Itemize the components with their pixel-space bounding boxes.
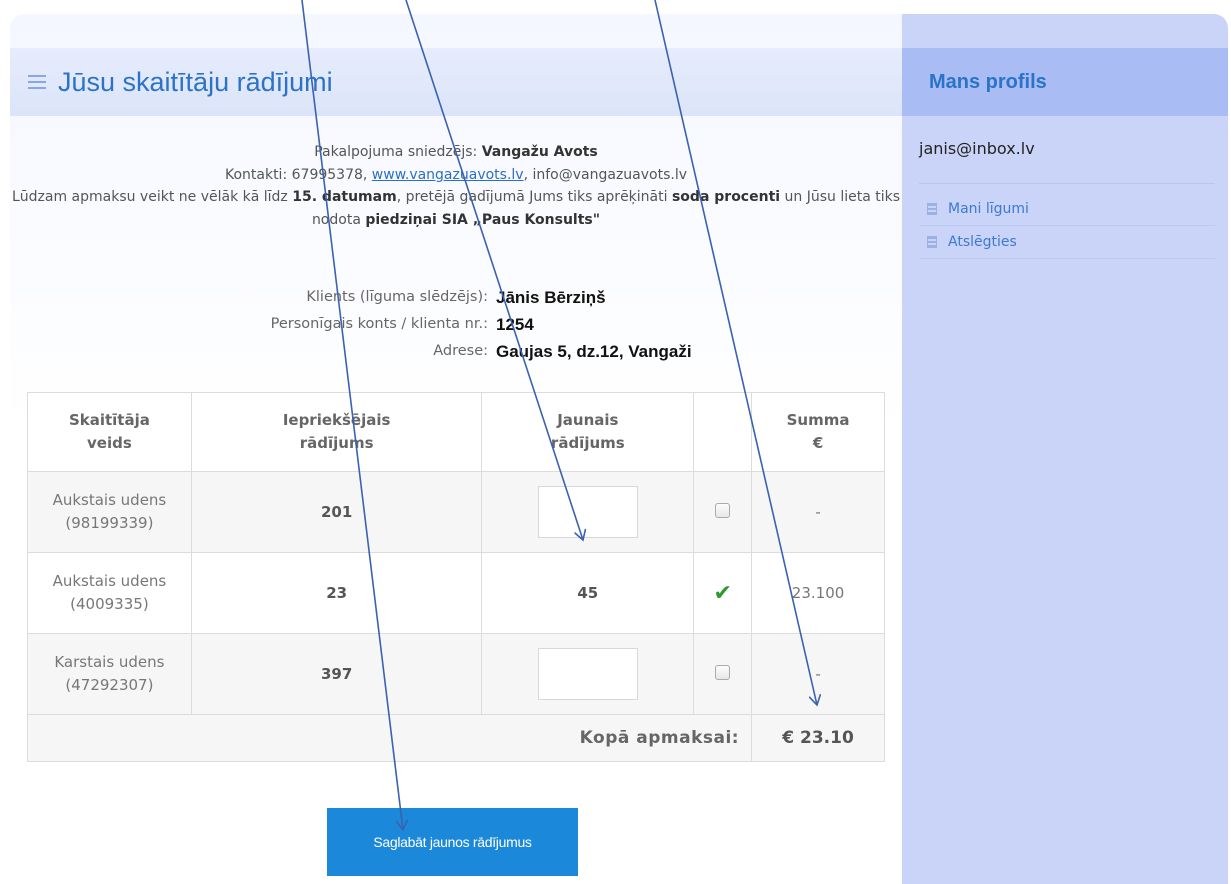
save-readings-button[interactable]: Saglabāt jaunos rādījumus (327, 808, 578, 876)
table-row: Aukstais udens (98199339) 201 - (27, 471, 885, 553)
address-value: Gaujas 5, dz.12, Vangaži (496, 342, 692, 361)
confirm-cell: ✔ (693, 552, 753, 634)
notice-collector: piedziņai SIA „Paus Konsults" (365, 211, 601, 228)
provider-email: info@vangazuavots.lv (532, 166, 688, 183)
address-label: Adrese: (433, 343, 488, 359)
provider-label: Pakalpojuma sniedzējs: (314, 144, 478, 160)
meter-type-cell: Karstais udens (47292307) (27, 633, 192, 715)
table-header-row: Skaitītāja veids Iepriekšējais rādījums Ja… (27, 392, 885, 472)
menu-icon[interactable] (28, 75, 46, 89)
provider-website-link[interactable]: www.vangazuavots.lv (372, 167, 524, 183)
table-row: Karstais udens (47292307) 397 - (27, 633, 885, 715)
document-icon (927, 203, 937, 215)
notice-text: Lūdzam apmaksu veikt ne vēlāk kā līdz (11, 189, 288, 206)
client-info: Klients (līguma slēdzējs): Jānis Bērziņš… (10, 284, 902, 365)
provider-info: Pakalpojuma sniedzējs: Vangažu Avots Kon… (11, 144, 901, 228)
account-number: 1254 (496, 315, 534, 334)
column-header-sum: Summa € (751, 392, 885, 472)
document-icon (927, 236, 937, 248)
previous-reading: 397 (190, 633, 483, 715)
new-reading-input[interactable] (537, 486, 638, 538)
new-reading-cell (481, 633, 695, 715)
previous-reading: 201 (190, 471, 483, 553)
sidebar-header: Mans profils (902, 48, 1228, 116)
row-sum: 23.100 (751, 552, 885, 634)
total-value: € 23.10 (751, 714, 885, 762)
profile-email: janis@inbox.lv (919, 139, 1035, 158)
confirm-cell (693, 633, 753, 715)
new-reading-value: 45 (481, 552, 695, 634)
client-label: Klients (līguma slēdzējs): (306, 289, 488, 305)
confirm-checkbox[interactable] (715, 502, 731, 518)
new-reading-cell (481, 471, 695, 553)
total-label: Kopā apmaksai: (26, 714, 753, 762)
checkmark-icon: ✔ (713, 580, 732, 606)
provider-phone: 67995378 (291, 166, 363, 183)
column-header-new: Jaunais rādījums (481, 392, 695, 472)
page-title: Jūsu skaitītāju rādījumi (58, 66, 333, 97)
contacts-label: Kontakti: (224, 166, 288, 183)
confirm-cell (693, 471, 753, 553)
meters-table: Skaitītāja veids Iepriekšējais rādījums Ja… (26, 392, 885, 762)
client-name: Jānis Bērziņš (496, 288, 606, 307)
sidebar-item-logout[interactable]: Atslēgties (919, 226, 1215, 259)
column-header-type: Skaitītāja veids (27, 392, 192, 472)
main-header: Jūsu skaitītāju rādījumi (10, 48, 902, 116)
previous-reading: 23 (190, 552, 483, 634)
meter-type-cell: Aukstais udens (4009335) (27, 552, 192, 634)
confirm-checkbox[interactable] (715, 664, 731, 680)
new-reading-input[interactable] (537, 648, 638, 700)
notice-date: 15. datumam (292, 189, 397, 206)
sidebar-menu: Mani līgumi Atslēgties (919, 193, 1215, 259)
account-label: Personīgais konts / klienta nr.: (270, 316, 488, 332)
total-row: Kopā apmaksai: € 23.10 (26, 714, 885, 762)
divider (919, 183, 1215, 184)
row-sum: - (751, 471, 885, 553)
meter-type-cell: Aukstais udens (98199339) (27, 471, 192, 553)
table-row: Aukstais udens (4009335) 23 45 ✔ 23.100 (27, 552, 885, 634)
provider-name: Vangažu Avots (481, 144, 598, 160)
sidebar-title: Mans profils (929, 70, 1047, 93)
column-header-previous: Iepriekšējais rādījums (190, 392, 483, 472)
sidebar-item-contracts[interactable]: Mani līgumi (919, 193, 1215, 226)
column-header-check (693, 392, 753, 472)
row-sum: - (751, 633, 885, 715)
notice-text: , pretējā gadījumā Jums tiks aprēķināti (396, 189, 668, 206)
sidebar-item-label: Atslēgties (948, 234, 1017, 250)
notice-penalty: soda procenti (671, 189, 781, 206)
sidebar-item-label: Mani līgumi (948, 201, 1029, 217)
